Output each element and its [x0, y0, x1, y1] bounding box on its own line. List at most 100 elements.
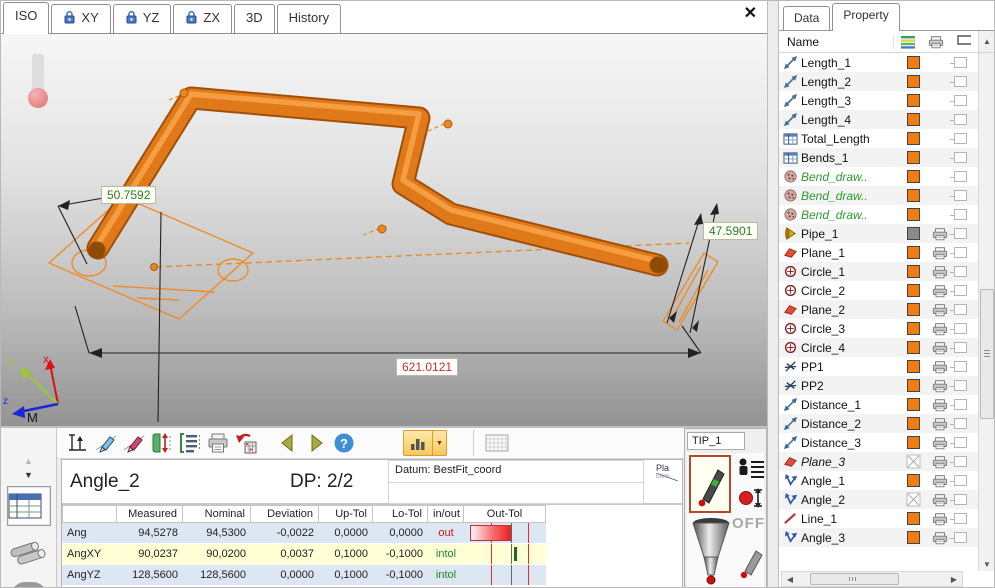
color-swatch[interactable] [900, 94, 926, 107]
report-checkbox[interactable] [954, 380, 978, 391]
scroll-left-arrow[interactable]: ◀ [782, 575, 798, 584]
property-item-row[interactable]: Angle_3 [779, 528, 978, 547]
report-checkbox[interactable] [954, 494, 978, 505]
probe-cone-icon[interactable] [690, 517, 732, 588]
report-checkbox[interactable] [954, 475, 978, 486]
scroll-down-arrow[interactable]: ▼ [979, 560, 995, 569]
view-tab-3d[interactable]: 3D [234, 4, 275, 33]
report-checkbox[interactable] [954, 247, 978, 258]
panel-splitter[interactable] [767, 1, 779, 588]
vertical-scrollbar[interactable]: ▼ [978, 53, 995, 571]
property-item-row[interactable]: Total_Length [779, 129, 978, 148]
property-item-row[interactable]: Distance_3 [779, 433, 978, 452]
report-checkbox[interactable] [954, 418, 978, 429]
property-item-row[interactable]: PP1 [779, 357, 978, 376]
measure-row-Ang[interactable]: Ang94,527894,5300-0,00220,00000,0000out [62, 523, 546, 544]
viewport-3d[interactable]: 50.7592 47.5901 621.0121 x y z M [1, 34, 767, 426]
report-checkbox[interactable] [954, 76, 978, 87]
property-item-row[interactable]: PP2 [779, 376, 978, 395]
column-box-icon[interactable] [950, 35, 978, 49]
sidebar-scroll-up-icon[interactable]: ▲ [1, 454, 56, 468]
color-swatch[interactable] [900, 284, 926, 297]
view-tab-xy[interactable]: XY [51, 4, 110, 33]
report-checkbox[interactable] [954, 456, 978, 467]
property-item-row[interactable]: Bend_draw.. [779, 205, 978, 224]
color-swatch[interactable] [900, 341, 926, 354]
scroll-right-arrow[interactable]: ▶ [946, 575, 962, 584]
sidebar-scroll-down-icon[interactable]: ▼ [1, 468, 56, 482]
report-checkbox[interactable] [954, 437, 978, 448]
property-item-row[interactable]: Circle_2 [779, 281, 978, 300]
report-checkbox[interactable] [954, 399, 978, 410]
pipes-view-button[interactable] [7, 532, 51, 576]
property-item-row[interactable]: Circle_3 [779, 319, 978, 338]
property-item-row[interactable]: Length_2 [779, 72, 978, 91]
active-probe-button[interactable] [689, 455, 731, 513]
color-swatch[interactable] [900, 379, 926, 392]
color-swatch[interactable] [900, 474, 926, 487]
printer-icon[interactable] [922, 35, 950, 49]
color-swatch[interactable] [900, 303, 926, 316]
chart-view-button[interactable]: ▼ [403, 430, 447, 456]
view-tab-zx[interactable]: ZX [173, 4, 232, 33]
property-item-row[interactable]: Angle_1 [779, 471, 978, 490]
color-swatch[interactable] [900, 113, 926, 126]
color-swatch[interactable] [900, 189, 926, 202]
property-item-row[interactable]: Length_1 [779, 53, 978, 72]
axis-chart-icon[interactable] [65, 430, 91, 456]
edit-list-icon[interactable] [177, 430, 203, 456]
color-swatch[interactable] [900, 417, 926, 430]
vscroll-thumb[interactable] [980, 289, 994, 419]
plain-view-corner-icon[interactable]: Pla Elem [656, 464, 678, 481]
color-swatch[interactable] [900, 360, 926, 373]
property-item-row[interactable]: Circle_4 [779, 338, 978, 357]
report-checkbox[interactable] [954, 114, 978, 125]
report-checkbox[interactable] [954, 285, 978, 296]
report-checkbox[interactable] [954, 190, 978, 201]
property-item-row[interactable]: Bends_1 [779, 148, 978, 167]
color-swatch[interactable] [900, 246, 926, 259]
tab-property[interactable]: Property [832, 3, 899, 31]
report-checkbox[interactable] [954, 228, 978, 239]
chart-view-dropdown[interactable]: ▼ [432, 431, 446, 455]
color-swatch[interactable] [900, 227, 926, 240]
property-item-row[interactable]: Plane_3 [779, 452, 978, 471]
scroll-up-arrow[interactable]: ▲ [978, 31, 995, 52]
results-table-button[interactable] [7, 486, 51, 526]
color-swatch[interactable] [900, 75, 926, 88]
prev-measure-button[interactable] [275, 430, 301, 456]
report-checkbox[interactable] [954, 133, 978, 144]
property-item-row[interactable]: Angle_2 [779, 490, 978, 509]
property-item-row[interactable]: Line_1 [779, 509, 978, 528]
property-item-row[interactable]: Bend_draw.. [779, 186, 978, 205]
report-checkbox[interactable] [954, 342, 978, 353]
probe-config-icon[interactable] [737, 457, 765, 479]
grid-view-button[interactable] [473, 430, 509, 456]
property-item-row[interactable]: Plane_2 [779, 300, 978, 319]
measure-row-AngXY[interactable]: AngXY90,023790,02000,00370,1000-0,1000in… [62, 544, 546, 565]
edit-actual-pencil-icon[interactable] [121, 430, 147, 456]
print-icon[interactable] [205, 430, 231, 456]
report-checkbox[interactable] [954, 95, 978, 106]
property-item-row[interactable]: Circle_1 [779, 262, 978, 281]
sort-measures-icon[interactable] [149, 430, 175, 456]
next-tool-partial-icon[interactable] [11, 582, 47, 588]
color-swatch[interactable] [900, 208, 926, 221]
property-item-row[interactable]: Length_4 [779, 110, 978, 129]
property-item-row[interactable]: Pipe_1 [779, 224, 978, 243]
edit-nominal-pencil-icon[interactable] [93, 430, 119, 456]
property-item-row[interactable]: Distance_2 [779, 414, 978, 433]
color-swatch[interactable] [900, 132, 926, 145]
report-checkbox[interactable] [954, 266, 978, 277]
horizontal-scrollbar[interactable]: ◀ ▶ [781, 571, 963, 587]
view-tab-iso[interactable]: ISO [3, 2, 49, 34]
color-swatch[interactable] [900, 322, 926, 335]
color-swatch[interactable] [900, 436, 926, 449]
color-swatch[interactable] [900, 56, 926, 69]
report-checkbox[interactable] [954, 57, 978, 68]
close-view-button[interactable]: ✕ [744, 6, 757, 22]
color-swatch[interactable] [900, 531, 926, 544]
property-item-row[interactable]: Plane_1 [779, 243, 978, 262]
spare-pen-icon[interactable] [737, 543, 765, 583]
report-checkbox[interactable] [954, 209, 978, 220]
